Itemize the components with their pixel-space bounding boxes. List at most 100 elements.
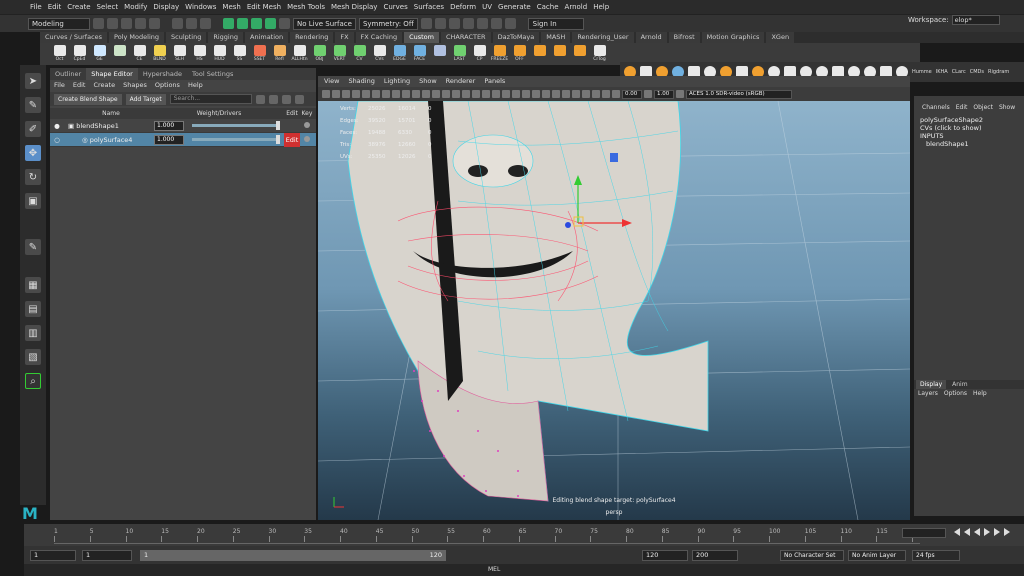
playback-start-field[interactable]: 1 xyxy=(82,550,132,561)
hypershade-icon[interactable] xyxy=(476,18,488,29)
table-row[interactable]: ○ ◎ polySurface4 1.000 Edit xyxy=(50,132,316,147)
viewport-tool-icon[interactable] xyxy=(512,90,520,98)
shelf-tool-face[interactable]: FACE xyxy=(411,44,428,64)
shelf-tool-cvs[interactable]: CVs xyxy=(371,44,388,64)
expand-icon[interactable] xyxy=(268,94,278,104)
shelf-tool-refl[interactable]: Refl xyxy=(271,44,288,64)
viewport-menu-shading[interactable]: Shading xyxy=(348,76,374,87)
viewport-tool-icon[interactable] xyxy=(612,90,620,98)
slider-handle[interactable] xyxy=(276,121,280,130)
sign-in-button[interactable]: Sign In xyxy=(527,17,584,30)
tab-outliner[interactable]: Outliner xyxy=(50,68,86,80)
step-forward-icon[interactable] xyxy=(994,528,1000,536)
shelf-tab-sculpting[interactable]: Sculpting xyxy=(166,32,207,43)
shelf-tab-custom[interactable]: Custom xyxy=(404,32,439,43)
viewport-tool-icon[interactable] xyxy=(562,90,570,98)
channel-line[interactable]: INPUTS xyxy=(920,132,983,140)
shelf-tab-rendering[interactable]: Rendering xyxy=(290,32,334,43)
slider-track[interactable] xyxy=(192,121,280,130)
paint-select-icon[interactable]: ✐ xyxy=(25,121,41,137)
menu-arnold[interactable]: Arnold xyxy=(565,3,588,11)
visibility-toggle-icon[interactable]: ● xyxy=(50,122,64,130)
create-blend-shape-button[interactable]: Create Blend Shape xyxy=(54,93,122,105)
sculpt-tool-icon[interactable]: ✎ xyxy=(25,239,41,255)
viewport-tool-icon[interactable] xyxy=(472,90,480,98)
viewport-menu-view[interactable]: View xyxy=(324,76,339,87)
layer-tab-anim[interactable]: Anim xyxy=(948,380,971,389)
shelf-tab-fx[interactable]: FX xyxy=(335,32,354,43)
shape-name[interactable]: ▣ blendShape1 xyxy=(64,122,154,130)
viewport-tool-icon[interactable] xyxy=(342,90,350,98)
rotate-tool-icon[interactable]: ↻ xyxy=(25,169,41,185)
time-slider[interactable]: 1 5 10 15 20 25 30 35 40 45 50 55 60 65 70 75 80 85 90 95 10… xyxy=(24,524,1024,546)
viewport-tool-icon[interactable] xyxy=(502,90,510,98)
single-pane-icon[interactable]: ▦ xyxy=(25,277,41,293)
tab-hypershade[interactable]: Hypershade xyxy=(138,68,187,80)
shelf-extra-label[interactable]: Humme xyxy=(912,69,932,75)
channel-menu-channels[interactable]: Channels xyxy=(922,104,950,111)
shape-menu-shapes[interactable]: Shapes xyxy=(123,80,147,91)
anim-layer-dropdown[interactable]: No Anim Layer xyxy=(848,550,906,561)
shape-menu-edit[interactable]: Edit xyxy=(73,80,86,91)
select-hierarchy-icon[interactable] xyxy=(172,18,183,29)
shelf-tool-cp[interactable]: CP xyxy=(471,44,488,64)
viewport-tool-icon[interactable] xyxy=(332,90,340,98)
shelf-tab-poly-modeling[interactable]: Poly Modeling xyxy=(109,32,164,43)
menu-surfaces[interactable]: Surfaces xyxy=(414,3,444,11)
viewport-tool-icon[interactable] xyxy=(392,90,400,98)
viewport-tool-icon[interactable] xyxy=(542,90,550,98)
menu-cache[interactable]: Cache xyxy=(537,3,559,11)
shelf-tool-vert[interactable]: VERT xyxy=(331,44,348,64)
layer-tab-display[interactable]: Display xyxy=(916,380,947,389)
menu-generate[interactable]: Generate xyxy=(498,3,531,11)
shelf-tool-off[interactable]: OFF xyxy=(511,44,528,64)
filter-icon[interactable] xyxy=(255,94,265,104)
save-scene-icon[interactable] xyxy=(121,18,132,29)
step-back-icon[interactable] xyxy=(964,528,970,536)
viewport-tool-icon[interactable] xyxy=(422,90,430,98)
channel-line[interactable]: CVs (click to show) xyxy=(920,124,983,132)
shelf-tool-edge[interactable]: EDGE xyxy=(391,44,408,64)
3d-viewport[interactable]: Verts: 25026 16014 0 Edges: 39520 15701 0 Faces:… xyxy=(318,101,910,520)
viewport-tool-icon[interactable] xyxy=(382,90,390,98)
view-transform-dropdown[interactable]: ACES 1.0 SDR-video (sRGB) xyxy=(686,89,792,99)
key-button[interactable] xyxy=(300,135,314,144)
live-surface-field[interactable]: No Live Surface xyxy=(293,17,356,30)
shelf-tool-last[interactable]: LAST xyxy=(451,44,468,64)
shape-menu-help[interactable]: Help xyxy=(188,80,203,91)
shelf-tool-hud[interactable]: HUD xyxy=(211,44,228,64)
channel-line[interactable]: blendShape1 xyxy=(920,140,983,148)
ipr-icon[interactable] xyxy=(448,18,460,29)
viewport-tool-icon[interactable] xyxy=(362,90,370,98)
time-ruler[interactable]: 1 5 10 15 20 25 30 35 40 45 50 55 60 65 70 75 80 85 90 95 10… xyxy=(54,524,923,544)
viewport-tool-icon[interactable] xyxy=(322,90,330,98)
viewport-tool-icon[interactable] xyxy=(482,90,490,98)
shelf-tool-allhtn[interactable]: ALLHtn xyxy=(291,44,308,64)
shelf-tab-daztomaya[interactable]: DazToMaya xyxy=(492,32,540,43)
layer-menu-options[interactable]: Options xyxy=(944,390,967,397)
menu-file[interactable]: File xyxy=(30,3,42,11)
shelf-tab-mash[interactable]: MASH xyxy=(541,32,571,43)
menu-windows[interactable]: Windows xyxy=(185,3,216,11)
menu-mesh-tools[interactable]: Mesh Tools xyxy=(287,3,325,11)
undo-icon[interactable] xyxy=(135,18,146,29)
go-to-start-icon[interactable] xyxy=(954,528,960,536)
shelf-extra-label[interactable]: Rigdram xyxy=(988,69,1009,75)
menu-uv[interactable]: UV xyxy=(482,3,492,11)
shelf-tool-obj[interactable]: OBJ xyxy=(311,44,328,64)
viewport-tool-icon[interactable] xyxy=(432,90,440,98)
viewport-tool-icon[interactable] xyxy=(492,90,500,98)
viewport-tool-icon[interactable] xyxy=(372,90,380,98)
shelf-tool-oct[interactable]: Oct xyxy=(51,44,68,64)
shelf-tool-ss[interactable]: SS xyxy=(231,44,248,64)
history-icon[interactable] xyxy=(420,18,432,29)
light-editor-icon[interactable] xyxy=(504,18,516,29)
shelf-tool-ce[interactable]: CE xyxy=(131,44,148,64)
shelf-tab-arnold[interactable]: Arnold xyxy=(635,32,667,43)
shelf-tab-animation[interactable]: Animation xyxy=(245,32,289,43)
select-tool-icon[interactable]: ➤ xyxy=(25,73,41,89)
lasso-tool-icon[interactable]: ✎ xyxy=(25,97,41,113)
viewport-tool-icon[interactable] xyxy=(522,90,530,98)
viewport-tool-icon[interactable] xyxy=(402,90,410,98)
menu-create[interactable]: Create xyxy=(67,3,90,11)
